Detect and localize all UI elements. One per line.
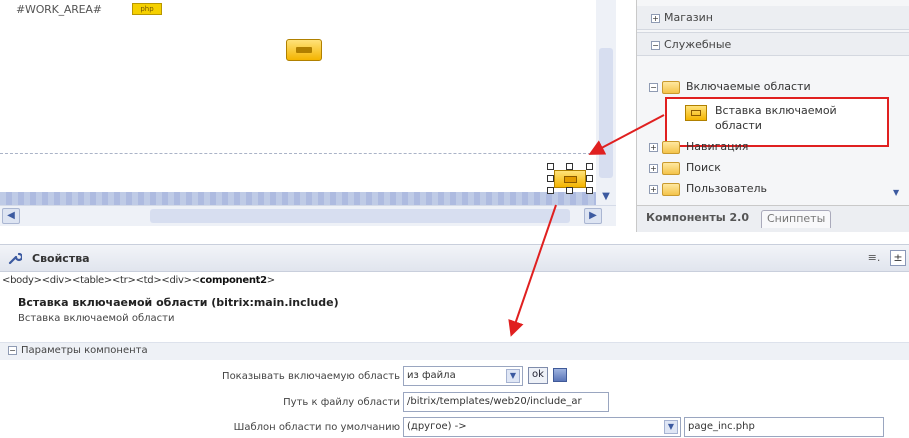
tree-group-shop[interactable]: + Магазин — [637, 6, 909, 30]
input-value: page_inc.php — [688, 421, 755, 432]
scroll-right-icon[interactable]: ▶ — [584, 208, 602, 224]
resize-handle[interactable] — [547, 175, 554, 182]
resize-handle[interactable] — [586, 187, 593, 194]
scroll-left-icon[interactable]: ◀ — [2, 208, 20, 224]
wrench-icon — [8, 252, 22, 265]
scroll-down-icon[interactable]: ▼ — [893, 188, 905, 202]
folder-label: Включаемые области — [686, 80, 811, 93]
tree-group-label: Магазин — [664, 11, 713, 24]
folder-icon — [662, 140, 680, 154]
layout-band — [0, 192, 596, 205]
component-label: Вставка включаемой области — [715, 104, 837, 132]
resize-handle[interactable] — [586, 163, 593, 170]
collapse-icon[interactable]: − — [651, 40, 660, 50]
panel-tabs: Компоненты 2.0 Сниппеты — [637, 205, 909, 232]
list-view-icon[interactable]: ≡. — [866, 251, 882, 265]
input-value: /bitrix/templates/web20/include_ar — [407, 396, 582, 407]
ok-button[interactable]: ok — [528, 367, 548, 384]
divider — [0, 153, 596, 154]
breadcrumb-path[interactable]: <body><div><table><tr><td><div>< — [2, 275, 200, 286]
tree-group-label: Служебные — [664, 38, 732, 51]
component-description: Вставка включаемой области — [18, 313, 175, 324]
work-area[interactable]: #WORK_AREA# php ▼ ◀ ▶ — [0, 0, 616, 226]
resize-handle[interactable] — [566, 187, 573, 194]
resize-handle[interactable] — [547, 187, 554, 194]
php-badge-icon: php — [132, 3, 162, 15]
param-label: Показывать включаемую область — [222, 371, 400, 382]
params-section-label: Параметры компонента — [21, 345, 148, 356]
folder-label: Пользователь — [686, 182, 768, 195]
scrollbar-thumb[interactable] — [599, 48, 613, 178]
tree-folder-included[interactable]: − Включаемые области — [649, 80, 811, 98]
folder-icon — [662, 80, 680, 94]
param-label: Шаблон области по умолчанию — [233, 422, 400, 433]
work-area-label: #WORK_AREA# — [16, 3, 102, 16]
select-value: из файла — [407, 370, 456, 381]
param-label: Путь к файлу области — [283, 397, 400, 408]
vertical-scrollbar[interactable] — [596, 0, 616, 205]
component-icon — [685, 105, 707, 121]
expand-panel-icon[interactable]: ± — [890, 250, 906, 266]
template-select[interactable]: (другое) -> — [403, 417, 681, 437]
resize-handle[interactable] — [566, 163, 573, 170]
resize-handle[interactable] — [547, 163, 554, 170]
file-path-input[interactable]: /bitrix/templates/web20/include_ar — [403, 392, 609, 412]
breadcrumb-end: > — [266, 275, 275, 286]
resize-handle[interactable] — [586, 175, 593, 182]
expand-icon[interactable]: + — [649, 142, 658, 152]
collapse-icon[interactable]: − — [8, 345, 17, 355]
chevron-down-icon[interactable]: ▼ — [506, 369, 520, 383]
work-area-canvas[interactable]: #WORK_AREA# php — [0, 0, 596, 205]
properties-title: Свойства — [32, 252, 90, 265]
component-title: Вставка включаемой области (bitrix:main.… — [18, 296, 339, 309]
horizontal-scrollbar[interactable]: ◀ ▶ — [0, 205, 616, 226]
folder-label: Навигация — [686, 140, 749, 153]
component-block-icon[interactable] — [286, 39, 322, 61]
tab-components[interactable]: Компоненты 2.0 — [641, 210, 754, 228]
params-section-header[interactable]: − Параметры компонента — [0, 342, 909, 360]
folder-label: Поиск — [686, 161, 721, 174]
tree-group-service[interactable]: − Служебные — [637, 32, 909, 56]
properties-header: Свойства ≡. ± — [0, 244, 909, 272]
scroll-down-icon[interactable]: ▼ — [598, 189, 614, 204]
breadcrumb-current[interactable]: component2 — [200, 275, 267, 286]
folder-icon — [662, 161, 680, 175]
breadcrumb: <body><div><table><tr><td><div><componen… — [0, 272, 909, 290]
show-include-select[interactable]: из файла — [403, 366, 523, 386]
scrollbar-thumb[interactable] — [150, 209, 570, 223]
select-value: (другое) -> — [407, 421, 467, 432]
collapse-icon[interactable]: − — [649, 82, 658, 92]
expand-icon[interactable]: + — [649, 184, 658, 194]
tree-folder-search[interactable]: + Поиск — [649, 161, 721, 179]
settings-icon[interactable] — [553, 368, 567, 382]
chevron-down-icon[interactable]: ▼ — [664, 420, 678, 434]
folder-icon — [662, 182, 680, 196]
expand-icon[interactable]: + — [651, 13, 660, 23]
components-panel: + Магазин − Служебные − Включаемые области … — [636, 0, 909, 232]
tab-snippets[interactable]: Сниппеты — [761, 210, 832, 228]
selected-component-icon[interactable] — [547, 163, 593, 195]
expand-icon[interactable]: + — [649, 163, 658, 173]
tree-folder-navigation[interactable]: + Навигация — [649, 140, 748, 158]
tree-folder-user[interactable]: + Пользователь — [649, 182, 767, 200]
template-file-input[interactable]: page_inc.php — [684, 417, 884, 437]
